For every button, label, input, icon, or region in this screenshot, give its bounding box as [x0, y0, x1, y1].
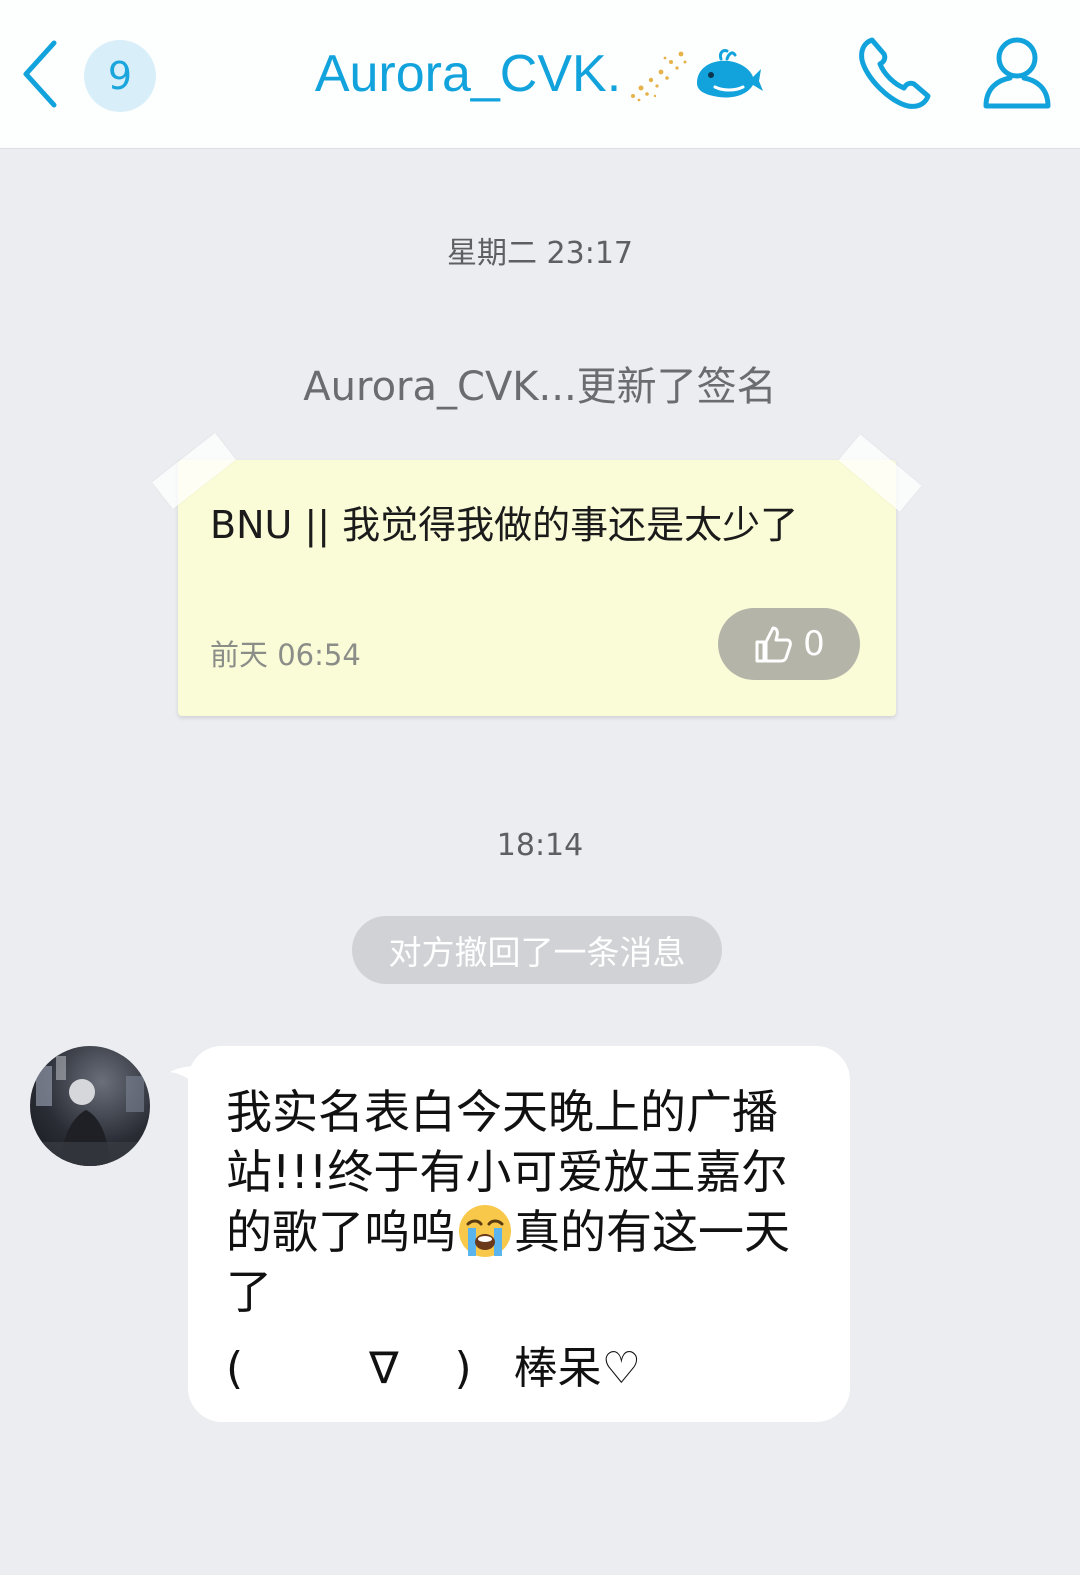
- person-icon: [983, 37, 1051, 109]
- kaomoji-close: ): [454, 1343, 472, 1394]
- signature-text: BNU || 我觉得我做的事还是太少了: [210, 503, 799, 547]
- chat-header: 9 Aurora_CVK.: [0, 0, 1080, 149]
- back-button[interactable]: [10, 34, 70, 114]
- crying-face-emoji-icon: [459, 1205, 511, 1257]
- message-text: 我实名表白今天晚上的广播站!!!终于有小可爱放王嘉尔 的歌了呜呜 真的有这一天了: [226, 1082, 826, 1322]
- avatar-photo: [30, 1056, 150, 1166]
- kaomoji-tail: 棒呆♡: [513, 1343, 642, 1394]
- phone-icon: [859, 37, 931, 109]
- profile-button[interactable]: [974, 30, 1060, 116]
- thumbs-up-icon: [755, 626, 793, 663]
- like-count: 0: [803, 624, 825, 664]
- timestamp-divider: 星期二 23:17: [447, 236, 633, 271]
- chat-title[interactable]: Aurora_CVK.: [280, 34, 800, 114]
- avatar[interactable]: [30, 1046, 150, 1166]
- signature-date: 前天 06:54: [210, 638, 361, 672]
- chevron-left-icon: [23, 40, 57, 108]
- tape-decoration: [838, 434, 922, 512]
- whale-icon: [697, 49, 764, 98]
- contact-name: Aurora_CVK.: [314, 45, 622, 103]
- message-bubble[interactable]: 我实名表白今天晚上的广播站!!!终于有小可爱放王嘉尔 的歌了呜呜 真的有这一天了…: [188, 1046, 850, 1422]
- kaomoji-open: (: [226, 1343, 244, 1394]
- kaomoji-line: ( ∇ ) 棒呆♡: [226, 1332, 641, 1396]
- sparkle-icon: [631, 51, 687, 102]
- timestamp-divider: 18:14: [496, 828, 584, 863]
- unread-count-badge[interactable]: 9: [84, 40, 156, 112]
- like-button[interactable]: 0: [718, 608, 860, 680]
- recall-notice: 对方撤回了一条消息: [352, 916, 722, 984]
- signature-card[interactable]: BNU || 我觉得我做的事还是太少了 前天 06:54 0: [152, 432, 922, 716]
- message-line-2a: 的歌了呜呜: [226, 1205, 456, 1259]
- kaomoji-mid: ∇: [369, 1343, 399, 1394]
- signature-update-notice: Aurora_CVK...更新了签名: [303, 364, 777, 410]
- message-line-1: 我实名表白今天晚上的广播站!!!终于有小可爱放王嘉尔: [226, 1085, 788, 1199]
- voice-call-button[interactable]: [852, 30, 938, 116]
